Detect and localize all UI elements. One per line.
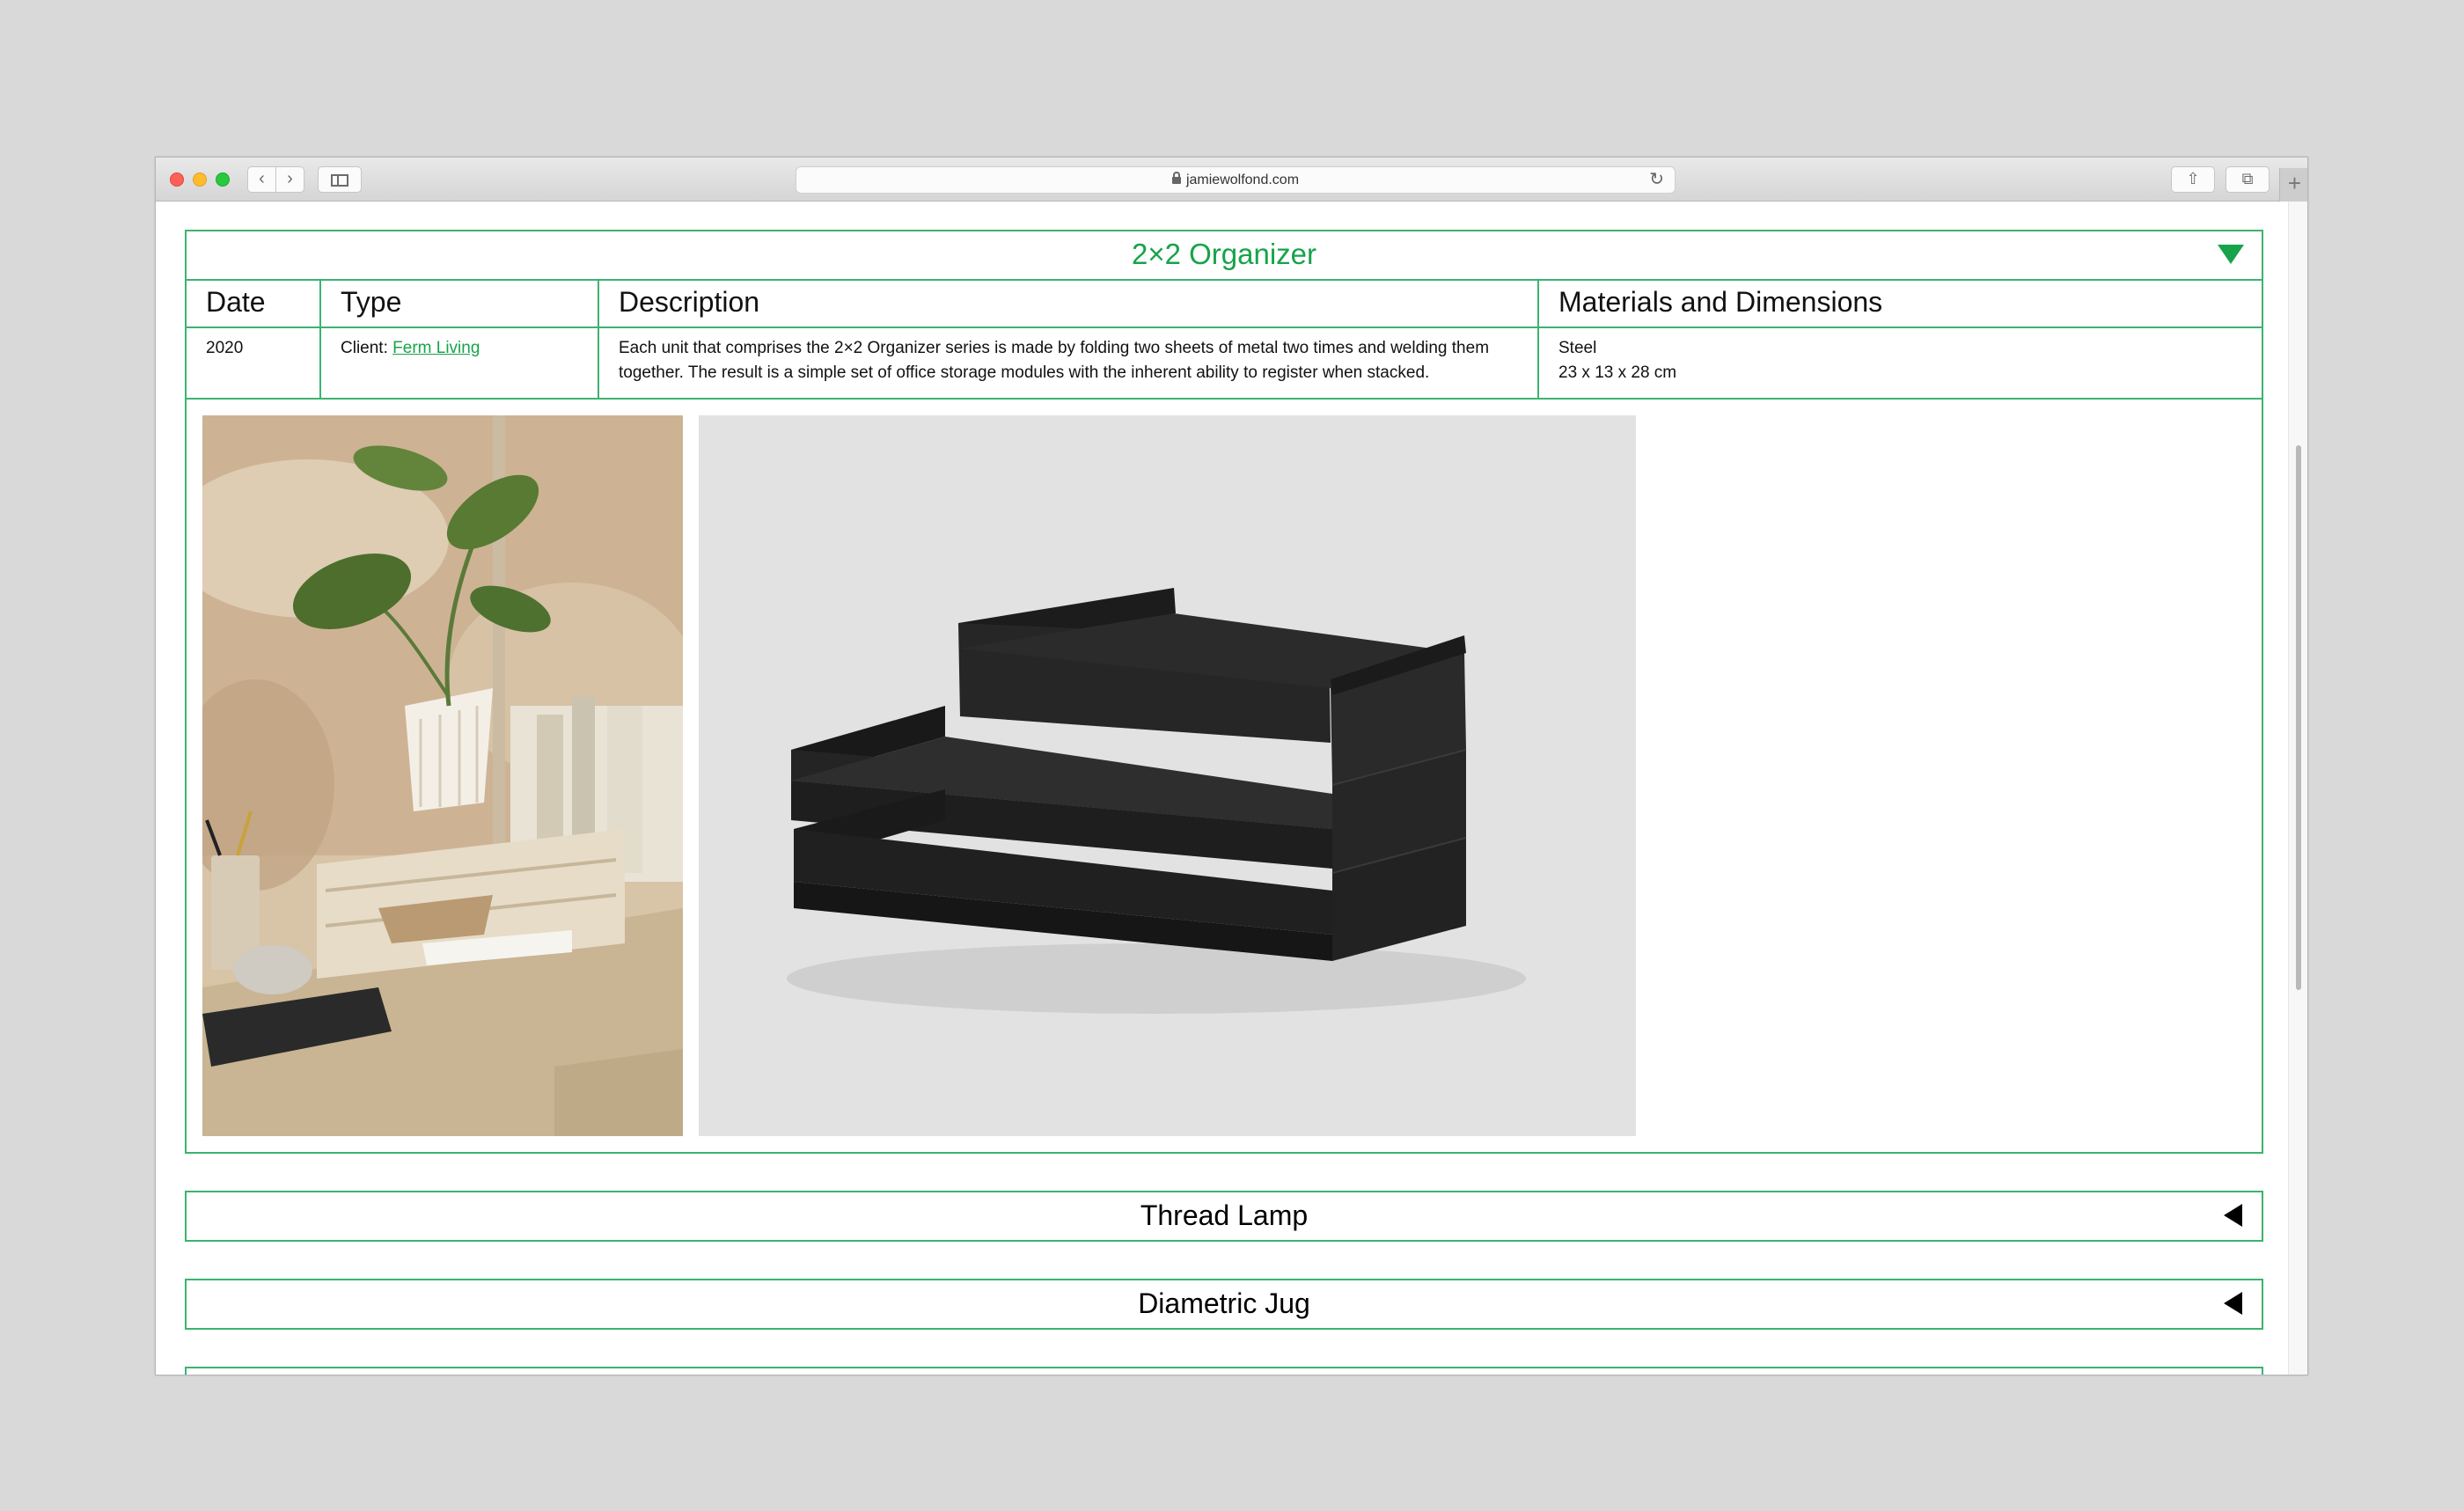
new-tab-button[interactable]: + bbox=[2279, 168, 2307, 202]
project-title: Thread Lamp bbox=[1140, 1199, 1309, 1231]
project-title: 2×2 Organizer bbox=[1131, 238, 1317, 270]
reload-icon[interactable]: ↻ bbox=[1649, 167, 1664, 193]
share-button[interactable]: ⇧ bbox=[2171, 166, 2215, 193]
forward-button[interactable]: › bbox=[275, 166, 304, 193]
project-title: Diametric Jug bbox=[1138, 1287, 1310, 1319]
column-header-type: Type bbox=[320, 280, 599, 328]
project-materials: Steel 23 x 13 x 28 cm bbox=[1538, 327, 2262, 398]
address-bar[interactable]: jamiewolfond.com ↻ bbox=[796, 166, 1676, 194]
scrollbar-thumb[interactable] bbox=[2296, 445, 2301, 990]
zoom-window-button[interactable] bbox=[216, 172, 230, 187]
lock-icon bbox=[1171, 172, 1181, 184]
minimize-window-button[interactable] bbox=[193, 172, 207, 187]
sidebar-toggle-button[interactable] bbox=[318, 166, 362, 193]
plus-icon: + bbox=[2287, 170, 2302, 196]
project-header[interactable]: Thread Lamp bbox=[187, 1192, 2262, 1240]
back-button[interactable]: ‹ bbox=[247, 166, 276, 193]
table-row: 2020 Client: Ferm Living Each unit that … bbox=[187, 327, 2262, 398]
url-text: jamiewolfond.com bbox=[1185, 172, 1300, 187]
project-card-expanded: 2×2 Organizer Date Type Description Mate… bbox=[185, 230, 2263, 1154]
project-description: Each unit that comprises the 2×2 Organiz… bbox=[598, 327, 1539, 398]
material-text: Steel bbox=[1558, 339, 1597, 357]
show-tabs-button[interactable]: ⧉ bbox=[2226, 166, 2270, 193]
project-type: Client: Ferm Living bbox=[320, 327, 599, 398]
dimensions-text: 23 x 13 x 28 cm bbox=[1558, 363, 1677, 382]
project-gallery bbox=[187, 398, 2262, 1152]
triangle-left-icon[interactable] bbox=[2224, 1204, 2242, 1227]
vertical-scrollbar[interactable] bbox=[2288, 202, 2307, 1375]
share-icon: ⇧ bbox=[2186, 170, 2200, 187]
chevron-left-icon: ‹ bbox=[259, 169, 265, 188]
browser-window: ‹ › jamiewolfond.com ↻ ⇧ ⧉ + 2×2 Organiz… bbox=[155, 157, 2308, 1375]
triangle-down-icon[interactable] bbox=[2218, 245, 2244, 264]
lifestyle-photo[interactable] bbox=[202, 415, 683, 1136]
page-content: 2×2 Organizer Date Type Description Mate… bbox=[185, 230, 2263, 1375]
sidebar-icon bbox=[331, 174, 348, 187]
project-card-collapsed[interactable]: Diametric Jug bbox=[185, 1279, 2263, 1330]
column-header-materials: Materials and Dimensions bbox=[1538, 280, 2262, 328]
product-photo[interactable] bbox=[699, 415, 1636, 1136]
close-window-button[interactable] bbox=[170, 172, 184, 187]
column-header-date: Date bbox=[187, 280, 321, 328]
project-card-partial[interactable] bbox=[185, 1367, 2263, 1375]
project-card-collapsed[interactable]: Thread Lamp bbox=[185, 1191, 2263, 1242]
project-header[interactable]: 2×2 Organizer bbox=[187, 231, 2262, 279]
chevron-right-icon: › bbox=[287, 169, 293, 188]
project-date: 2020 bbox=[187, 327, 321, 398]
project-header[interactable]: Diametric Jug bbox=[187, 1280, 2262, 1328]
browser-toolbar: ‹ › jamiewolfond.com ↻ ⇧ ⧉ + bbox=[156, 158, 2307, 202]
type-prefix: Client: bbox=[341, 339, 393, 357]
triangle-left-icon[interactable] bbox=[2224, 1292, 2242, 1315]
column-header-description: Description bbox=[598, 280, 1539, 328]
client-link[interactable]: Ferm Living bbox=[392, 339, 480, 357]
project-details-table: Date Type Description Materials and Dime… bbox=[187, 279, 2262, 398]
tabs-icon: ⧉ bbox=[2241, 170, 2254, 187]
